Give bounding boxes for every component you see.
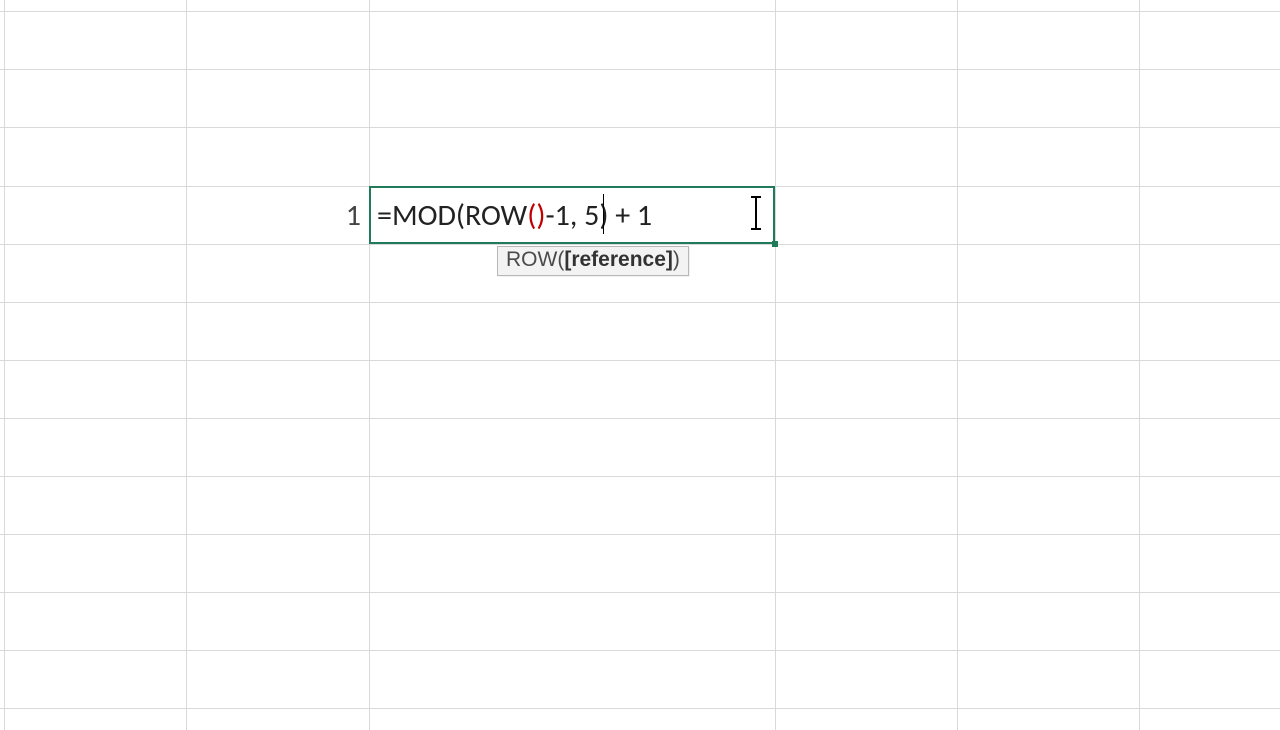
- gridline-row: [0, 650, 1280, 651]
- tooltip-argument: [reference]: [564, 248, 673, 271]
- tooltip-prefix: ROW(: [506, 248, 564, 271]
- cell-left-value[interactable]: 1: [186, 186, 369, 244]
- cell-value: 1: [346, 197, 361, 234]
- formula-segment: =MOD(ROW: [377, 197, 527, 234]
- gridline-row: [0, 127, 1280, 128]
- gridline-col: [369, 0, 370, 730]
- text-cursor: [603, 194, 604, 234]
- gridline-row: [0, 69, 1280, 70]
- function-tooltip[interactable]: ROW([reference]): [497, 246, 689, 276]
- formula-close-paren: ): [536, 197, 545, 234]
- gridline-col: [186, 0, 187, 730]
- gridline-row: [0, 302, 1280, 303]
- active-cell-editor[interactable]: =MOD(ROW()-1, 5) + 1: [369, 186, 775, 244]
- gridline-row: [0, 418, 1280, 419]
- formula-open-paren: (: [527, 197, 536, 234]
- formula-segment: -1, 5) + 1: [545, 197, 652, 234]
- spreadsheet-grid[interactable]: 1 =MOD(ROW()-1, 5) + 1 ROW([reference]): [0, 0, 1280, 730]
- gridline-row: [0, 476, 1280, 477]
- tooltip-suffix: ): [673, 248, 680, 271]
- gridline-col: [4, 0, 5, 730]
- gridline-col: [1139, 0, 1140, 730]
- fill-handle[interactable]: [772, 241, 778, 247]
- gridline-row: [0, 534, 1280, 535]
- gridline-col: [775, 0, 776, 730]
- gridline-row: [0, 708, 1280, 709]
- gridline-row: [0, 592, 1280, 593]
- gridline-row: [0, 244, 1280, 245]
- gridline-row: [0, 360, 1280, 361]
- gridline-row: [0, 11, 1280, 12]
- gridline-col: [957, 0, 958, 730]
